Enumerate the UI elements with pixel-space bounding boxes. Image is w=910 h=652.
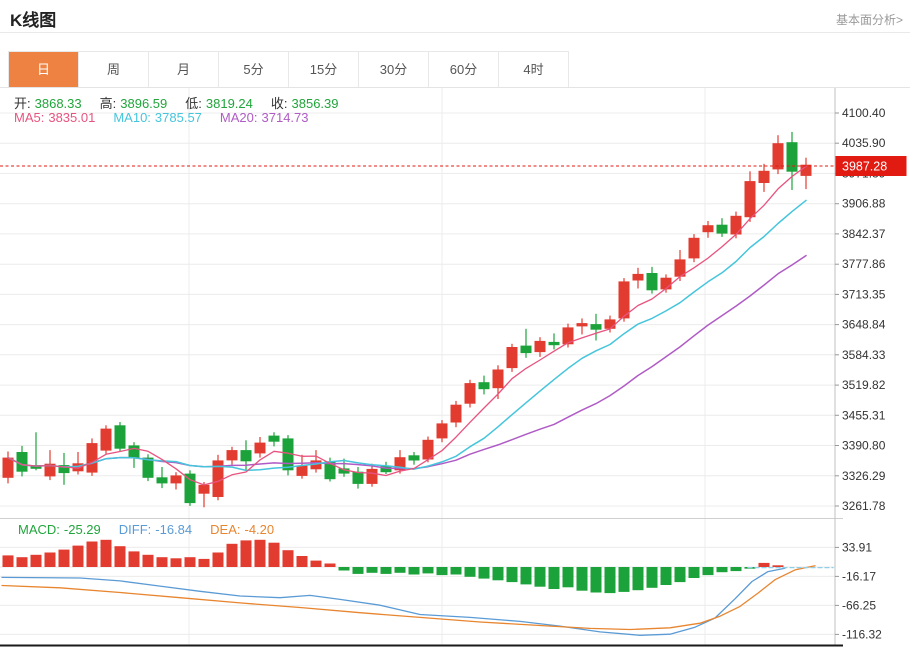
macd-readout: MACD: -25.29 DIFF: -16.84 DEA: -4.20 (18, 522, 292, 537)
svg-text:3648.84: 3648.84 (842, 318, 886, 332)
svg-text:3713.35: 3713.35 (842, 287, 886, 301)
readout-label: MA10: (113, 110, 151, 125)
readout-label: 开: (14, 96, 31, 111)
readout-value: 3896.59 (120, 96, 168, 111)
readout-value: 3714.73 (261, 110, 309, 125)
svg-text:3777.86: 3777.86 (842, 257, 886, 271)
readout-value: 3856.39 (291, 96, 339, 111)
svg-text:3519.82: 3519.82 (842, 378, 886, 392)
readout-label: DIFF: (118, 522, 152, 537)
price-axis-labels: 4100.404035.903971.393906.883842.373777.… (835, 106, 886, 641)
readout-value: -4.20 (244, 522, 275, 537)
svg-text:33.91: 33.91 (842, 540, 872, 554)
ma-readout: MA5: 3835.01 MA10: 3785.57 MA20: 3714.73 (14, 110, 327, 125)
svg-text:3584.33: 3584.33 (842, 348, 886, 362)
readout-label: DEA: (210, 522, 241, 537)
ma-lines (7, 165, 807, 486)
readout-value: -25.29 (63, 522, 101, 537)
svg-text:3390.80: 3390.80 (842, 439, 886, 453)
svg-text:4100.40: 4100.40 (842, 106, 886, 120)
svg-text:-66.25: -66.25 (842, 598, 876, 612)
chart-borders (0, 88, 843, 647)
svg-text:-16.17: -16.17 (842, 569, 876, 583)
readout-value: 3819.24 (205, 96, 253, 111)
svg-text:3326.29: 3326.29 (842, 469, 886, 483)
readout-label: MA5: (14, 110, 45, 125)
readout-label: 收: (270, 96, 288, 111)
svg-text:4035.90: 4035.90 (842, 136, 886, 150)
readout-value: -16.84 (155, 522, 193, 537)
readout-value: 3785.57 (154, 110, 202, 125)
svg-text:-116.32: -116.32 (842, 627, 882, 641)
current-price-tag: 3987.28 (835, 156, 907, 176)
readout-value: 3868.33 (34, 96, 82, 111)
readout-label: 高: (99, 96, 117, 111)
svg-text:3906.88: 3906.88 (842, 197, 886, 211)
kline-page: K线图 基本面分析> 日周月 5分 15分 30分 60分 4时 4100.40 4035.… (0, 0, 910, 652)
readout-value: 3835.01 (48, 110, 96, 125)
svg-text:3455.31: 3455.31 (842, 408, 886, 422)
readout-label: MA20: (219, 110, 258, 125)
readout-label: MACD: (18, 522, 60, 537)
svg-text:3842.37: 3842.37 (842, 227, 886, 241)
svg-text:3261.78: 3261.78 (842, 499, 886, 513)
svg-text:3987.28: 3987.28 (842, 160, 887, 174)
readout-label: 低: (185, 96, 202, 111)
